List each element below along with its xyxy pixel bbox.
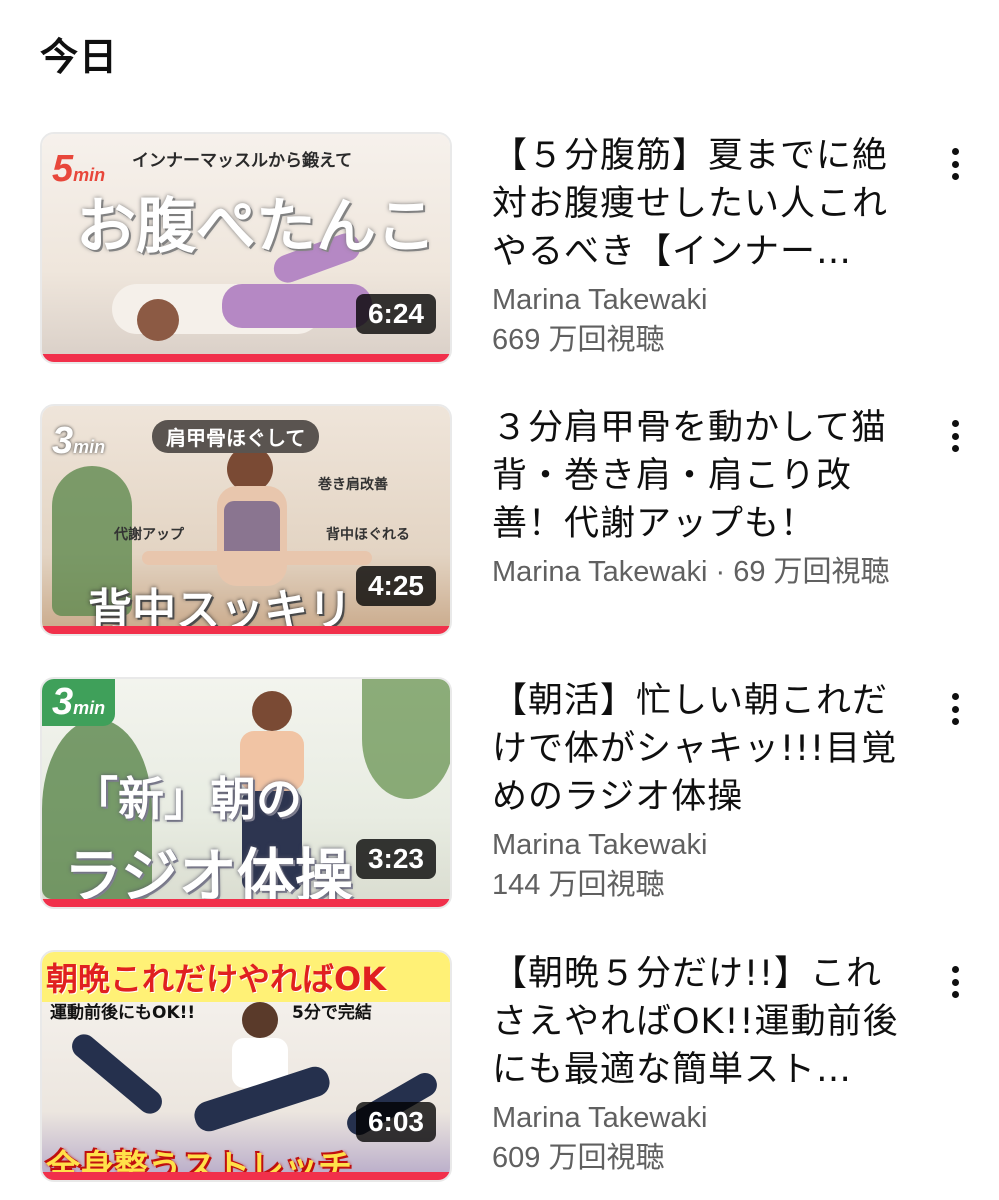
thumbnail-label: 代謝アップ — [114, 527, 184, 543]
video-title[interactable]: 【朝活】忙しい朝これだけで体がシャキッ!!!目覚めのラジオ体操 — [492, 677, 912, 821]
view-count: 669 万回視聴 — [492, 324, 665, 356]
video-thumbnail[interactable]: 朝晩これだけやればOK 運動前後にもOK!! 5分で完結 全身整うストレッチ 6… — [40, 950, 452, 1182]
video-meta: 【朝晩５分だけ!!】これさえやればOK!!運動前後にも最適な簡単スト… Mari… — [492, 950, 912, 1178]
thumbnail-caption: 5分で完結 — [292, 1003, 372, 1023]
thumbnail-headline: お腹ぺたんこ — [76, 192, 436, 262]
thumbnail-headline: ラジオ体操 — [64, 842, 353, 909]
video-title[interactable]: 【５分腹筋】夏までに絶対お腹痩せしたい人これやるべき【インナー… — [492, 132, 912, 276]
duration-badge: 4:25 — [355, 566, 436, 606]
video-meta: 【５分腹筋】夏までに絶対お腹痩せしたい人これやるべき【インナー… Marina … — [492, 132, 912, 360]
channel-and-views[interactable]: Marina Takewaki · 69 万回視聴 — [492, 552, 962, 592]
more-options-icon[interactable] — [940, 416, 970, 456]
duration-tag: 3min — [52, 420, 106, 462]
video-thumbnail[interactable]: 3min 肩甲骨ほぐして 巻き肩改善 代謝アップ 背中ほぐれる 背中スッキリ 4… — [40, 404, 452, 636]
watch-progress-bar — [42, 1172, 450, 1180]
video-item[interactable]: 朝晩これだけやればOK 運動前後にもOK!! 5分で完結 全身整うストレッチ 6… — [40, 950, 970, 1182]
view-count: 609 万回視聴 — [492, 1142, 665, 1174]
duration-badge: 3:23 — [355, 839, 436, 879]
video-meta: ３分肩甲骨を動かして猫背・巻き肩・肩こり改善！代謝アップも！ Marina Ta… — [492, 404, 962, 592]
thumbnail-caption: インナーマッスルから鍛えて — [132, 151, 353, 171]
duration-tag: 3min — [42, 679, 116, 726]
thumbnail-label: 巻き肩改善 — [318, 477, 388, 493]
channel-name[interactable]: Marina Takewaki — [492, 1098, 912, 1138]
section-title: 今日 — [40, 35, 119, 79]
thumbnail-figure — [242, 1002, 278, 1038]
duration-badge: 6:24 — [355, 294, 436, 334]
video-item[interactable]: 3min 「新」朝の ラジオ体操 3:23 【朝活】忙しい朝これだけで体がシャキ… — [40, 677, 970, 909]
watch-progress-bar — [42, 899, 450, 907]
video-item[interactable]: 3min 肩甲骨ほぐして 巻き肩改善 代謝アップ 背中ほぐれる 背中スッキリ 4… — [40, 404, 970, 636]
video-thumbnail[interactable]: 5min インナーマッスルから鍛えて お腹ぺたんこ 6:24 — [40, 132, 452, 364]
video-title[interactable]: 【朝晩５分だけ!!】これさえやればOK!!運動前後にも最適な簡単スト… — [492, 950, 912, 1094]
thumbnail-caption: 肩甲骨ほぐして — [152, 420, 320, 453]
watch-progress-bar — [42, 626, 450, 634]
more-options-icon[interactable] — [940, 689, 970, 729]
watch-progress-bar — [42, 354, 450, 362]
thumbnail-caption: 運動前後にもOK!! — [50, 1003, 196, 1023]
duration-badge: 6:03 — [355, 1102, 436, 1142]
channel-name[interactable]: Marina Takewaki — [492, 825, 912, 865]
video-thumbnail[interactable]: 3min 「新」朝の ラジオ体操 3:23 — [40, 677, 452, 909]
video-item[interactable]: 5min インナーマッスルから鍛えて お腹ぺたんこ 6:24 【５分腹筋】夏まで… — [40, 132, 970, 364]
view-count: 144 万回視聴 — [492, 869, 665, 901]
more-options-icon[interactable] — [940, 144, 970, 184]
channel-name[interactable]: Marina Takewaki — [492, 280, 912, 320]
video-title[interactable]: ３分肩甲骨を動かして猫背・巻き肩・肩こり改善！代謝アップも！ — [492, 404, 912, 548]
thumbnail-caption: 「新」朝の — [72, 772, 302, 826]
video-meta: 【朝活】忙しい朝これだけで体がシャキッ!!!目覚めのラジオ体操 Marina T… — [492, 677, 912, 905]
thumbnail-label: 背中ほぐれる — [326, 527, 410, 543]
more-options-icon[interactable] — [940, 962, 970, 1002]
thumbnail-banner: 朝晩これだけやればOK — [42, 952, 450, 1002]
